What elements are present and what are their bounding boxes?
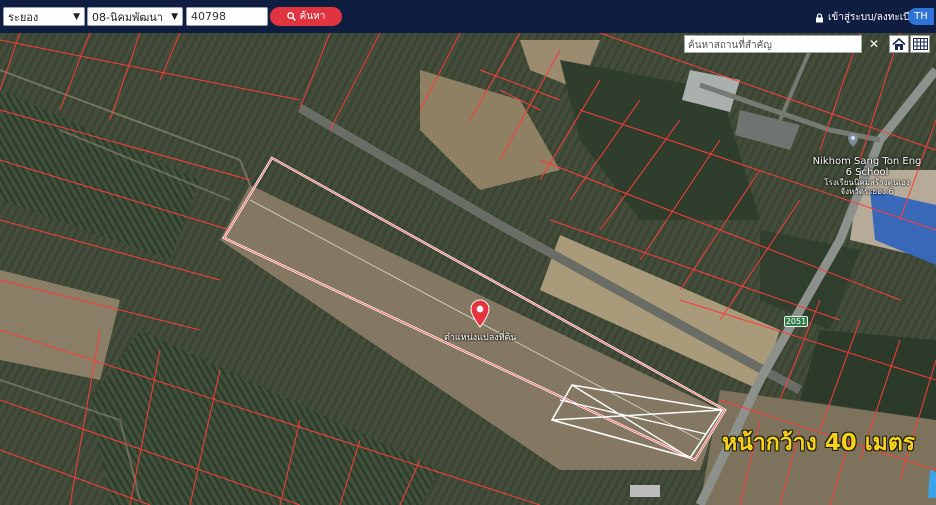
home-icon — [892, 37, 906, 50]
grid-icon — [912, 38, 928, 50]
frontage-annotation: หน้ากว้าง 40 เมตร — [722, 430, 916, 456]
search-button[interactable]: ค้นหา — [270, 7, 342, 26]
clear-search-button[interactable]: ✕ — [864, 35, 884, 53]
close-icon: ✕ — [868, 37, 880, 51]
chevron-down-icon: ▼ — [73, 11, 80, 22]
poi-search-input[interactable]: ค้นหาสถานที่สำคัญ — [684, 35, 862, 53]
language-toggle[interactable]: TH — [908, 8, 934, 25]
school-name-en: Nikhom Sang Ton Eng 6 School — [812, 156, 922, 178]
school-label: Nikhom Sang Ton Eng 6 School โรงเรียนนิค… — [812, 156, 922, 196]
home-button[interactable] — [889, 35, 909, 53]
province-value: ระยอง — [8, 10, 39, 24]
basemap-button[interactable] — [910, 35, 930, 53]
search-icon — [286, 12, 296, 21]
lock-icon — [816, 12, 823, 22]
map-view[interactable]: ตำแหน่งแปลงที่ดิน Nikhom Sang Ton Eng 6 … — [0, 33, 936, 505]
pin-label: ตำแหน่งแปลงที่ดิน — [444, 333, 517, 343]
parcel-number-input[interactable]: 40798 — [186, 7, 268, 26]
search-button-label: ค้นหา — [299, 11, 326, 22]
school-name-th: โรงเรียนนิคมสร้างตนเอง จังหวัดระยอง 6 — [824, 178, 910, 196]
parcel-number-value: 40798 — [191, 10, 226, 23]
province-select[interactable]: ระยอง ▼ — [3, 7, 85, 26]
district-value: 08-นิคมพัฒนา — [92, 10, 163, 24]
district-select[interactable]: 08-นิคมพัฒนา ▼ — [87, 7, 183, 26]
language-label: TH — [914, 11, 928, 22]
poi-search-placeholder: ค้นหาสถานที่สำคัญ — [688, 40, 772, 51]
building — [630, 485, 660, 497]
login-link[interactable]: เข้าสู่ระบบ/ลงทะเบียน — [815, 10, 922, 25]
road-number: 2051 — [785, 317, 807, 326]
top-toolbar: ระยอง ▼ 08-นิคมพัฒนา ▼ 40798 ค้นหา เข้าส… — [0, 0, 936, 33]
road-number-shield: 2051 — [784, 316, 808, 327]
chevron-down-icon: ▼ — [171, 11, 178, 22]
